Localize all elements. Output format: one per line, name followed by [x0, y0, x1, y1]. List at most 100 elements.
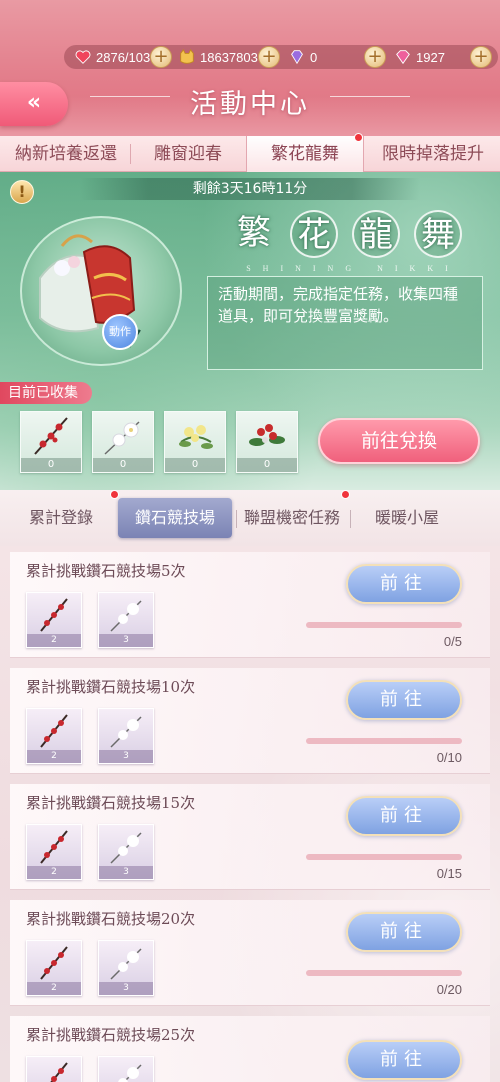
subtab-diamond-arena[interactable]: 鑽石競技場 [118, 498, 232, 538]
notification-dot [341, 490, 350, 499]
reward-item-white-flower[interactable]: 3 [98, 592, 154, 648]
task-title: 累計挑戰鑽石競技場20次 [26, 910, 196, 928]
collected-item-red-branch[interactable]: 0 [20, 411, 82, 473]
collected-count: 0 [21, 458, 81, 472]
collected-item-white-flower[interactable]: 0 [92, 411, 154, 473]
progress-count: 0/10 [436, 750, 462, 765]
purse-illustration [39, 234, 141, 348]
logo-char-4: 舞 [414, 210, 462, 258]
heart-icon [75, 50, 91, 64]
red-berry-icon [249, 424, 285, 446]
white-flower-icon [110, 832, 142, 864]
tab-drop-boost[interactable]: 限時掉落提升 [366, 136, 500, 172]
reward-item-white-flower[interactable]: 3 [98, 708, 154, 764]
progress-bar [306, 970, 462, 976]
task-row: 累計挑戰鑽石競技場5次 2 3 前往 0/5 [10, 552, 490, 658]
reward-count: 2 [27, 866, 81, 879]
gold-value: 18637803 [200, 49, 258, 65]
gem-value: 1927 [416, 49, 445, 65]
reward-count: 2 [27, 634, 81, 647]
alert-icon[interactable]: ! [10, 180, 34, 204]
add-gold-button[interactable]: + [258, 46, 280, 68]
reward-count: 3 [99, 750, 153, 763]
go-button[interactable]: 前往 [346, 680, 462, 720]
task-row: 累計挑戰鑽石競技場10次 2 3 前往 0/10 [10, 668, 490, 774]
logo-char-3: 龍 [352, 210, 400, 258]
task-category-tabs: 累計登錄 鑽石競技場 聯盟機密任務 暖暖小屋 [0, 490, 500, 546]
reward-count: 3 [99, 634, 153, 647]
cat-coin-icon [180, 48, 194, 64]
progress-bar [306, 738, 462, 744]
go-button[interactable]: 前往 [346, 1040, 462, 1080]
yellow-flower-icon [179, 425, 213, 449]
task-title: 累計挑戰鑽石競技場15次 [26, 794, 196, 812]
tab-recruit-return[interactable]: 納新培養返還 [4, 136, 128, 172]
stamina-value: 2876/103 [96, 49, 151, 65]
reward-item-white-flower[interactable]: 3 [98, 824, 154, 880]
diamond-value: 0 [310, 49, 318, 65]
collected-count: 0 [237, 458, 297, 472]
go-button[interactable]: 前往 [346, 796, 462, 836]
subtab-alliance-mission[interactable]: 聯盟機密任務 [236, 498, 348, 538]
subtab-login[interactable]: 累計登錄 [6, 498, 116, 538]
task-title: 累計挑戰鑽石競技場10次 [26, 678, 196, 696]
red-branch-icon [34, 417, 68, 455]
red-branch-icon [40, 714, 68, 748]
reward-count: 3 [99, 982, 153, 995]
add-gem-button[interactable]: + [470, 46, 492, 68]
logo-char-1: 繁 [237, 213, 271, 253]
tab-window-spring[interactable]: 雕窗迎春 [132, 136, 244, 172]
add-diamond-button[interactable]: + [364, 46, 386, 68]
task-title: 累計挑戰鑽石競技場5次 [26, 562, 186, 580]
task-list[interactable]: 累計挑戰鑽石競技場5次 2 3 前往 0/5 累計挑戰鑽石競技場10次 2 3 [0, 546, 500, 1082]
red-branch-icon [40, 598, 68, 632]
notification-dot [110, 490, 119, 499]
progress-count: 0/15 [436, 866, 462, 881]
subtab-separator [350, 510, 351, 528]
gem-resource: 1927 [394, 47, 445, 67]
exchange-button[interactable]: 前往兌換 [318, 418, 480, 464]
exchange-button-label: 前往兌換 [360, 430, 437, 452]
diamond-resource: 0 [288, 47, 317, 67]
tab-flower-dragon[interactable]: 繁花龍舞 [246, 136, 364, 172]
progress-bar [306, 854, 462, 860]
reward-item-red-branch[interactable]: 2 [26, 940, 82, 996]
task-title: 累計挑戰鑽石競技場25次 [26, 1026, 196, 1044]
stamina-resource: 2876/103 [74, 47, 150, 67]
white-flower-icon [110, 600, 142, 632]
white-flower-icon [110, 948, 142, 980]
red-branch-icon [40, 946, 68, 980]
logo-char-2: 花 [290, 210, 338, 258]
reward-item-red-branch[interactable]: 2 [26, 592, 82, 648]
event-tabs: 納新培養返還 雕窗迎春 繁花龍舞 限時掉落提升 [0, 133, 500, 172]
red-branch-icon [40, 830, 68, 864]
task-row: 累計挑戰鑽石競技場20次 2 3 前往 0/20 [10, 900, 490, 1006]
event-logo: 繁 花 龍 舞 [230, 210, 470, 270]
reward-item-white-flower[interactable]: 3 [98, 940, 154, 996]
reward-item-red-branch[interactable]: 2 [26, 824, 82, 880]
red-branch-icon [50, 1062, 68, 1082]
action-badge[interactable]: 動作 [102, 314, 138, 350]
event-timer: 剩餘3天16時11分 [80, 178, 420, 200]
white-flower-icon [104, 421, 140, 455]
task-row: 累計挑戰鑽石競技場25次 2 3 前往 [10, 1016, 490, 1082]
reward-item-white-flower[interactable]: 3 [98, 1056, 154, 1082]
reward-item-red-branch[interactable]: 2 [26, 708, 82, 764]
go-button[interactable]: 前往 [346, 912, 462, 952]
event-center-screen: 2876/103 + 18637803 + 0 + 1927 + « 活動中心 … [0, 0, 500, 1082]
collected-item-red-berry[interactable]: 0 [236, 411, 298, 473]
collected-item-yellow-flower[interactable]: 0 [164, 411, 226, 473]
reward-item-red-branch[interactable]: 2 [26, 1056, 82, 1082]
event-description: 活動期間，完成指定任務，收集四種道具，即可兌換豐富獎勵。 [207, 276, 483, 370]
progress-count: 0/5 [443, 634, 462, 649]
page-title: 活動中心 [190, 89, 310, 120]
collected-label: 目前已收集 [0, 382, 92, 404]
progress-bar [306, 622, 462, 628]
subtab-warm-house[interactable]: 暖暖小屋 [352, 498, 462, 538]
reward-count: 2 [27, 982, 81, 995]
task-row: 累計挑戰鑽石競技場15次 2 3 前往 0/15 [10, 784, 490, 890]
reward-count: 2 [27, 750, 81, 763]
reward-count: 3 [99, 866, 153, 879]
add-stamina-button[interactable]: + [150, 46, 172, 68]
go-button[interactable]: 前往 [346, 564, 462, 604]
